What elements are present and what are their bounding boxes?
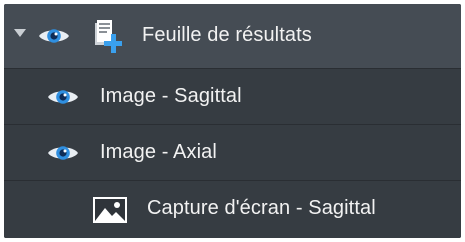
tree-item-screenshot-sagittal[interactable]: Capture d'écran - Sagittal: [4, 181, 461, 238]
eye-icon[interactable]: [47, 88, 79, 106]
tree-item-label: Feuille de résultats: [142, 24, 312, 46]
tree-item-label: Image - Axial: [100, 141, 217, 163]
tree-item-image-axial[interactable]: Image - Axial: [4, 125, 461, 181]
results-sheet-icon: [95, 20, 122, 53]
image-icon: [93, 197, 127, 223]
results-tree: Feuille de résultats Image - Sagittal Im…: [4, 4, 461, 238]
caret-down-icon[interactable]: [14, 29, 26, 37]
eye-icon[interactable]: [38, 27, 70, 45]
tree-item-label: Image - Sagittal: [100, 85, 242, 107]
eye-icon[interactable]: [47, 144, 79, 162]
tree-item-label: Capture d'écran - Sagittal: [147, 197, 376, 219]
tree-item-image-sagittal[interactable]: Image - Sagittal: [4, 69, 461, 125]
tree-item-results-sheet[interactable]: Feuille de résultats: [4, 4, 461, 69]
